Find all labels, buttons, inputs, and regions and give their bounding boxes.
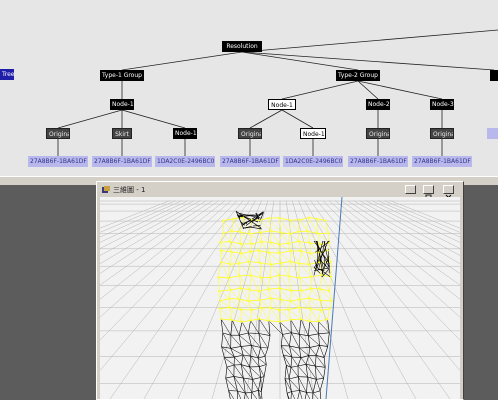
wireframe-mesh — [217, 210, 333, 399]
tree-leaf-node1[interactable]: Node-1 — [300, 128, 326, 139]
tree-leaf-offscreen[interactable] — [487, 128, 498, 139]
tree-guid[interactable]: 27A8B6F-1BA61DF — [28, 156, 88, 167]
tree-node-group1-node1[interactable]: Node-1 — [110, 99, 134, 110]
tree-connectors — [57, 29, 498, 156]
workspace-background-left — [0, 185, 96, 400]
window-title-bar[interactable]: 三維圖 - 1 — [99, 184, 461, 201]
minimize-button[interactable] — [405, 185, 416, 200]
tree-guid[interactable]: 1DA2C0E-2496BC0 — [155, 156, 215, 167]
tree-leaf-skirt[interactable]: Skirt — [112, 128, 132, 139]
tree-node-group-1[interactable]: Type-1 Group — [100, 70, 144, 81]
close-button[interactable] — [443, 185, 454, 201]
3d-view-window: 三維圖 - 1 — [96, 181, 464, 400]
tree-node-root[interactable]: Resolution — [222, 41, 262, 52]
3d-viewport[interactable] — [100, 197, 460, 399]
tree-node-offscreen[interactable] — [490, 70, 498, 81]
tree-leaf-original[interactable]: Original — [366, 128, 390, 139]
tree-leaf-original[interactable]: Original — [46, 128, 70, 139]
maximize-button[interactable] — [423, 185, 434, 200]
tree-leaf-original[interactable]: Original — [238, 128, 262, 139]
tree-guid[interactable]: 27A8B6F-1BA61DF — [220, 156, 280, 167]
tree-node-group2-node3[interactable]: Node-3 — [430, 99, 454, 110]
3d-scene[interactable] — [100, 197, 460, 399]
tree-guid[interactable]: 1DA2C0E-2496BC0 — [283, 156, 343, 167]
tree-node-group2-node2[interactable]: Node-2 — [366, 99, 390, 110]
window-title: 三維圖 - 1 — [113, 186, 146, 194]
app-icon — [102, 186, 110, 193]
tree-guid[interactable]: 27A8B6F-1BA61DF — [412, 156, 472, 167]
tree-leaf-node1[interactable]: Node-1 — [173, 128, 197, 139]
scene-tree-panel: Tree Resolution Type-1 Group Type-2 Grou… — [0, 0, 498, 177]
tree-node-group-2[interactable]: Type-2 Group — [336, 70, 380, 81]
tree-node-group2-node1[interactable]: Node-1 — [268, 99, 296, 110]
tree-leaf-original[interactable]: Original — [430, 128, 454, 139]
workspace-background-right — [464, 185, 498, 400]
tree-node-left-stub[interactable]: Tree — [0, 69, 14, 80]
tree-guid[interactable]: 27A8B6F-1BA61DF — [92, 156, 152, 167]
tree-guid[interactable]: 27A8B6F-1BA61DF — [348, 156, 408, 167]
